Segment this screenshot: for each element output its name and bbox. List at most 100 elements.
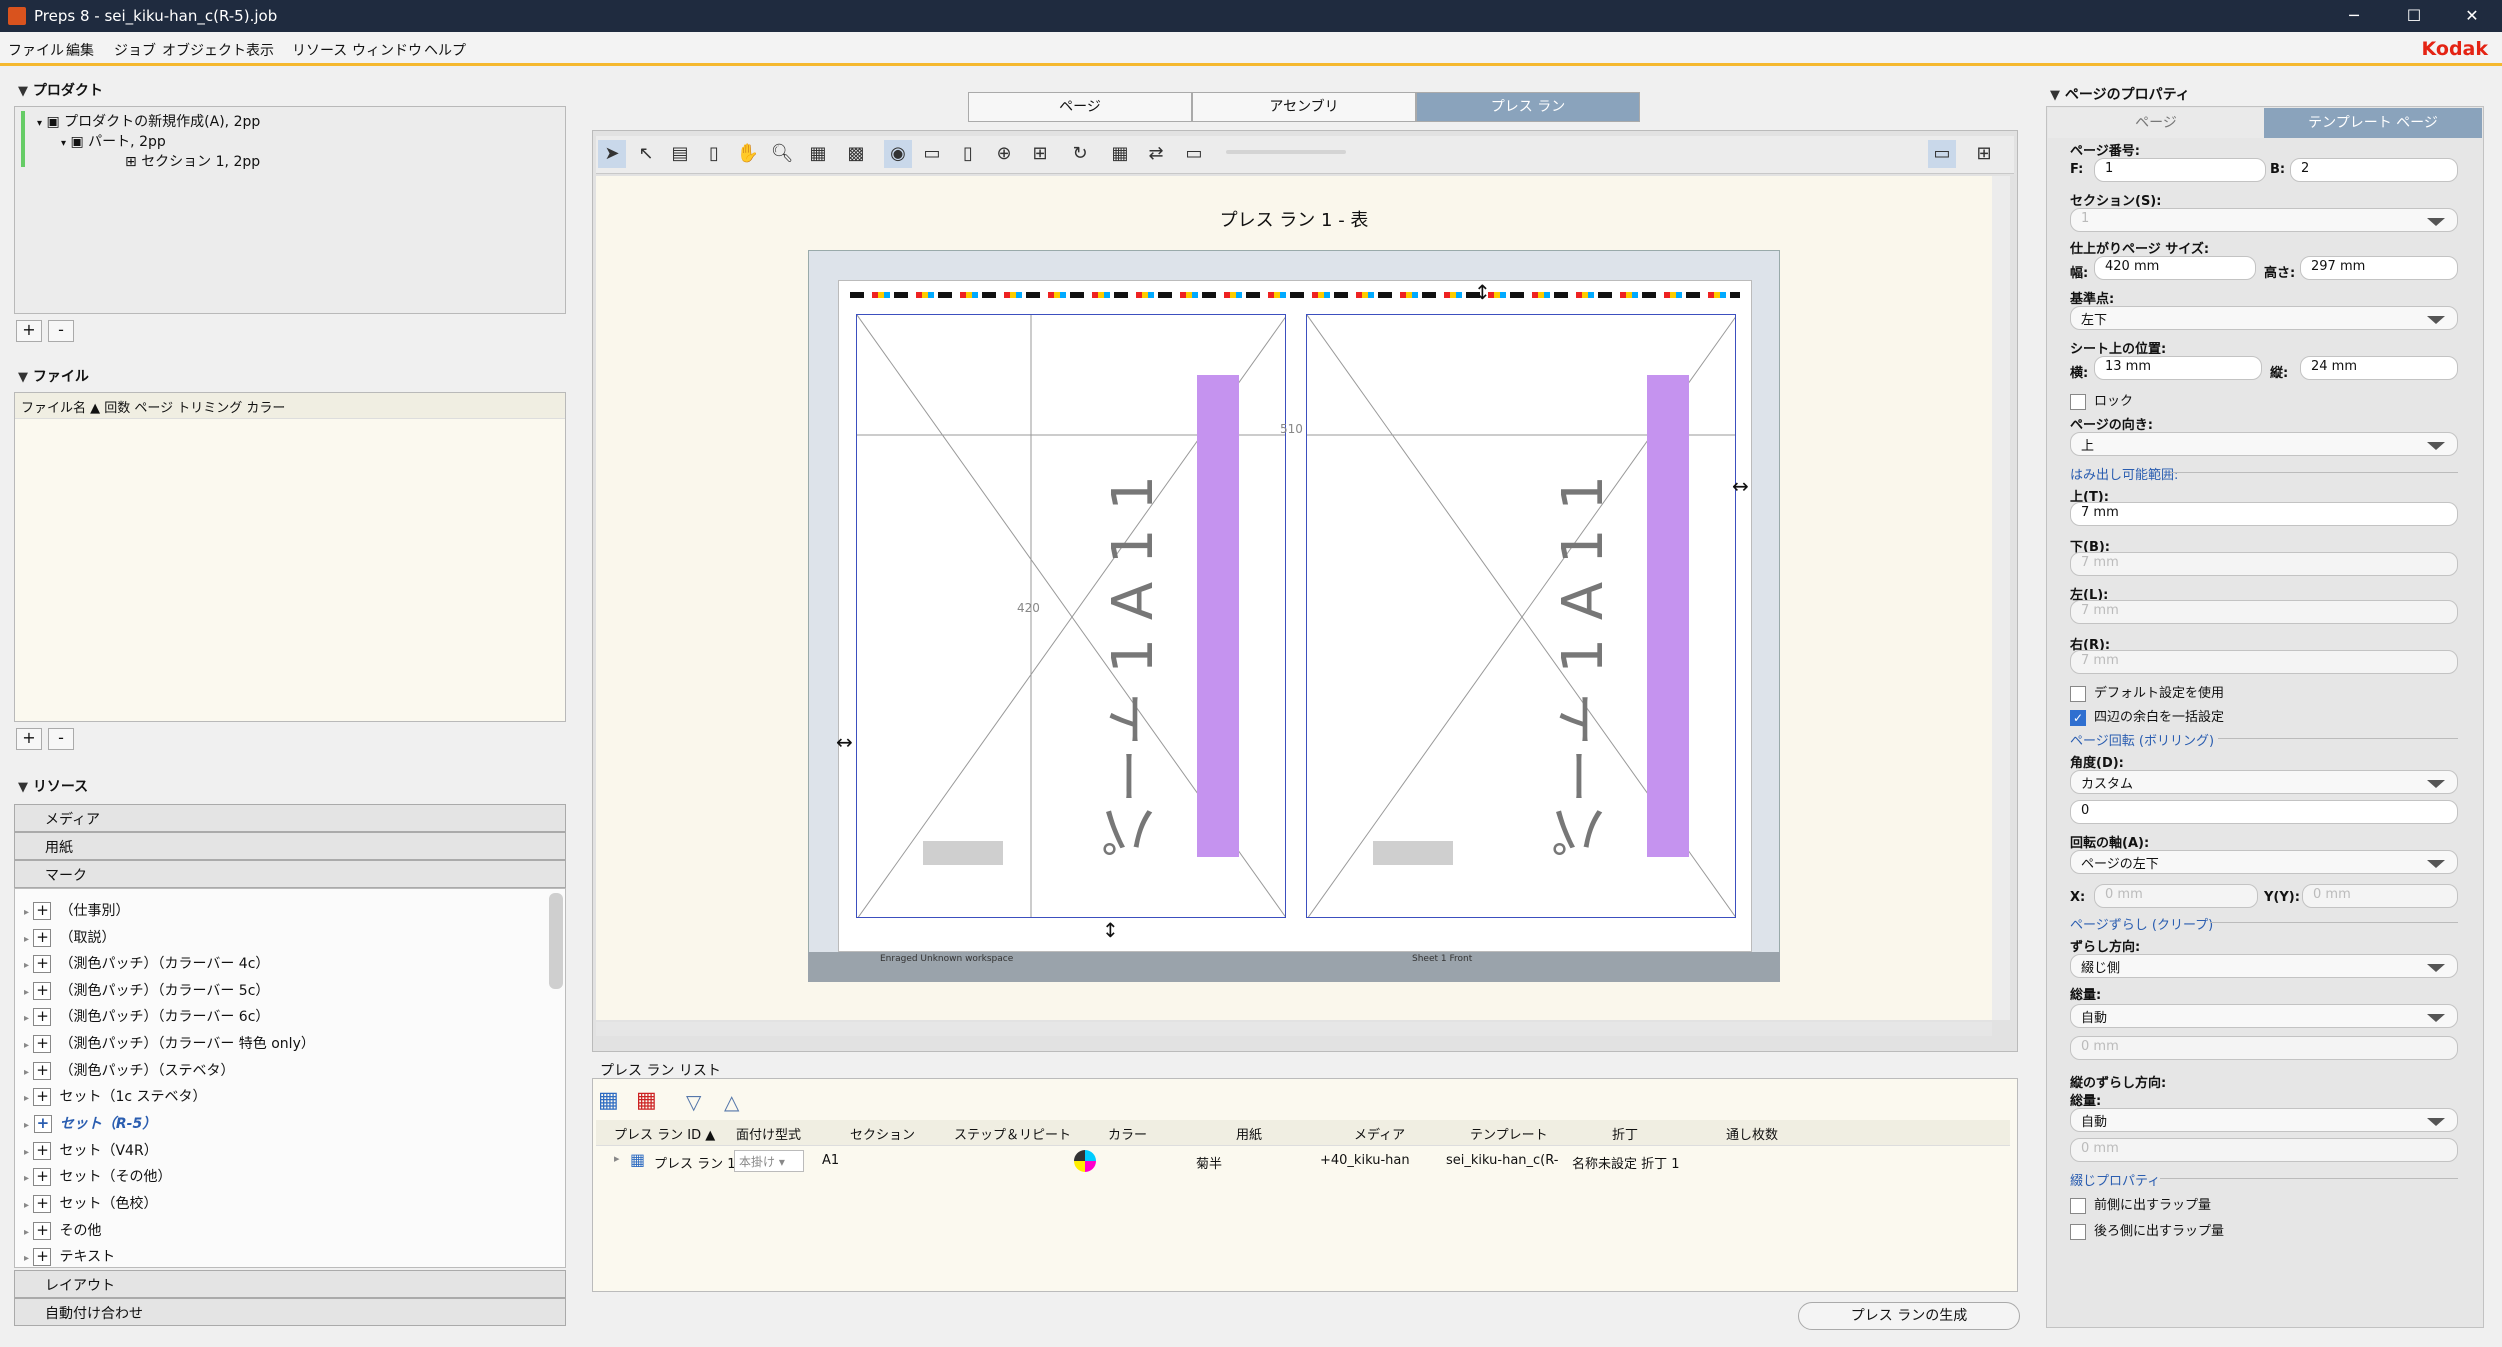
canvas-v-scrollbar[interactable] <box>1992 176 2010 1020</box>
input-axis-x[interactable]: 0 mm <box>2094 884 2258 908</box>
menu-help[interactable]: ヘルプ <box>424 40 466 60</box>
mark-item[interactable]: ▸ + セット（V4R） <box>24 1140 158 1160</box>
col-fold[interactable]: 折丁 <box>1612 1124 1638 1143</box>
select-ref-point[interactable]: 左下 <box>2070 306 2458 330</box>
mark-item[interactable]: ▸ + （測色パッチ）（カラーバー 5c） <box>24 980 269 1000</box>
canvas-h-scrollbar[interactable] <box>596 1022 1992 1036</box>
tree-product[interactable]: ▾ ▣ プロダクトの新規作成(A), 2pp <box>37 111 260 131</box>
files-columns[interactable]: ファイル名 ▲ 回数 ページ トリミング カラー <box>15 393 565 419</box>
all-sides-checkbox[interactable]: ✓ 四辺の余白を一括設定 <box>2070 706 2224 726</box>
mark-item[interactable]: ▸ + （測色パッチ）（カラーバー 4c） <box>24 953 269 973</box>
col-step-repeat[interactable]: ステップ＆リピート <box>954 1124 1071 1143</box>
maximize-button[interactable]: ☐ <box>2384 0 2444 32</box>
input-axis-y[interactable]: 0 mm <box>2302 884 2458 908</box>
mark-item[interactable]: ▸ + その他 <box>24 1220 101 1240</box>
menu-window[interactable]: ウィンドウ <box>352 40 422 60</box>
col-type[interactable]: 面付け型式 <box>736 1124 801 1143</box>
layout-icon[interactable]: ▦ <box>1106 140 1134 168</box>
files-remove-button[interactable]: - <box>48 728 74 750</box>
resources-paper[interactable]: 用紙 <box>14 832 566 860</box>
props-panel-header[interactable]: ▼ ページのプロパティ <box>2050 84 2190 104</box>
input-bleed-top[interactable]: 7 mm <box>2070 502 2458 526</box>
resources-media[interactable]: メディア <box>14 804 566 832</box>
page-tool-icon[interactable]: ▤ <box>666 140 694 168</box>
lock-checkbox[interactable]: ロック <box>2070 390 2133 410</box>
resources-auto[interactable]: 自動付け合わせ <box>14 1298 566 1326</box>
ruler-icon[interactable]: ▭ <box>918 140 946 168</box>
mark-item-selected[interactable]: ▸ + セット（R-5） <box>24 1113 156 1133</box>
page-2[interactable]: パート 1 A 1 1 <box>1306 314 1736 918</box>
split-icon[interactable]: ⊞ <box>1026 140 1054 168</box>
input-angle[interactable]: 0 <box>2070 800 2458 824</box>
add-pressrun-icon[interactable]: ▦ <box>598 1088 628 1114</box>
col-section[interactable]: セクション <box>850 1124 915 1143</box>
lap-front-checkbox[interactable]: 前側に出すラップ量 <box>2070 1194 2211 1214</box>
row-type-select[interactable]: 本掛け ▾ <box>734 1150 804 1172</box>
product-add-button[interactable]: + <box>16 320 42 342</box>
input-vertical-total[interactable]: 0 mm <box>2070 1138 2458 1162</box>
tab-assembly[interactable]: アセンブリ <box>1192 92 1416 122</box>
marks-scrollbar[interactable] <box>549 893 563 989</box>
mark-item[interactable]: ▸ + （取説） <box>24 927 115 947</box>
move-down-icon[interactable]: ▽ <box>686 1090 701 1114</box>
mark-item[interactable]: ▸ + テキスト <box>24 1246 115 1266</box>
tab-template-props[interactable]: テンプレート ページ <box>2264 108 2482 138</box>
input-bleed-right[interactable]: 7 mm <box>2070 650 2458 674</box>
col-media[interactable]: メディア <box>1354 1124 1405 1143</box>
mark-item[interactable]: ▸ + （仕事別） <box>24 900 129 920</box>
input-height[interactable]: 297 mm <box>2300 256 2458 280</box>
resources-marks[interactable]: マーク <box>14 860 566 888</box>
rotate-icon[interactable]: ↻ <box>1066 140 1094 168</box>
tab-page[interactable]: ページ <box>968 92 1192 122</box>
files-add-button[interactable]: + <box>16 728 42 750</box>
zoom-slider[interactable] <box>1226 150 1346 154</box>
mark-item[interactable]: ▸ + セット（色校） <box>24 1193 157 1213</box>
files-panel-header[interactable]: ▼ ファイル <box>18 366 89 386</box>
row-expand-icon[interactable]: ▸ <box>614 1152 620 1165</box>
grid-icon[interactable]: ▦ <box>804 140 832 168</box>
move-up-icon[interactable]: △ <box>724 1090 739 1114</box>
select-section[interactable]: 1 <box>2070 208 2458 232</box>
select-angle[interactable]: カスタム <box>2070 770 2458 794</box>
input-page-b[interactable]: 2 <box>2290 158 2458 182</box>
menu-job[interactable]: ジョブ <box>114 40 156 60</box>
menu-view[interactable]: 表示 <box>246 40 274 60</box>
menu-object[interactable]: オブジェクト <box>162 40 246 60</box>
product-remove-button[interactable]: - <box>48 320 74 342</box>
delete-pressrun-icon[interactable]: ▦ <box>636 1088 666 1114</box>
col-sheets[interactable]: 通し枚数 <box>1726 1124 1778 1143</box>
input-bleed-left[interactable]: 7 mm <box>2070 600 2458 624</box>
hand-icon[interactable]: ✋ <box>734 140 762 168</box>
input-creep-total[interactable]: 0 mm <box>2070 1036 2458 1060</box>
input-pos-x[interactable]: 13 mm <box>2094 356 2262 380</box>
input-width[interactable]: 420 mm <box>2094 256 2256 280</box>
gap-left-arrow[interactable]: ↔ <box>836 730 853 754</box>
menu-file[interactable]: ファイル <box>8 40 64 60</box>
crosshair-icon[interactable]: ⊕ <box>990 140 1018 168</box>
tree-section[interactable]: ⊞ セクション 1, 2pp <box>125 151 260 171</box>
page-1[interactable]: パート 1 A 1 1 420 <box>856 314 1286 918</box>
col-pressrun-id[interactable]: プレス ラン ID ▲ <box>614 1124 715 1143</box>
color-wheel-icon[interactable] <box>1074 1150 1096 1172</box>
pressrun-row[interactable] <box>596 1148 2010 1174</box>
menu-resource[interactable]: リソース <box>292 40 347 60</box>
resources-panel-header[interactable]: ▼ リソース <box>18 776 88 796</box>
mark-item[interactable]: ▸ + （測色パッチ）（ステベタ） <box>24 1060 234 1080</box>
close-button[interactable]: ✕ <box>2442 0 2502 32</box>
input-bleed-bottom[interactable]: 7 mm <box>2070 552 2458 576</box>
mark-item[interactable]: ▸ + （測色パッチ）（カラーバー 6c） <box>24 1006 269 1026</box>
col-template[interactable]: テンプレート <box>1470 1124 1548 1143</box>
tab-page-props[interactable]: ページ <box>2048 108 2264 138</box>
tree-part[interactable]: ▾ ▣ パート, 2pp <box>61 131 166 151</box>
col-color[interactable]: カラー <box>1108 1124 1147 1143</box>
select-page-icon[interactable]: ↖ <box>632 140 660 168</box>
select-vertical-total[interactable]: 自動 <box>2070 1108 2458 1132</box>
page-add-icon[interactable]: ▯ <box>700 140 728 168</box>
select-rotation-axis[interactable]: ページの左下 <box>2070 850 2458 874</box>
generate-pressrun-button[interactable]: プレス ランの生成 <box>1798 1302 2020 1330</box>
col-paper[interactable]: 用紙 <box>1236 1124 1262 1143</box>
mark-item[interactable]: ▸ + セット（その他） <box>24 1166 171 1186</box>
select-orientation[interactable]: 上 <box>2070 432 2458 456</box>
select-creep-dir[interactable]: 綴じ側 <box>2070 954 2458 978</box>
default-checkbox[interactable]: デフォルト設定を使用 <box>2070 682 2224 702</box>
